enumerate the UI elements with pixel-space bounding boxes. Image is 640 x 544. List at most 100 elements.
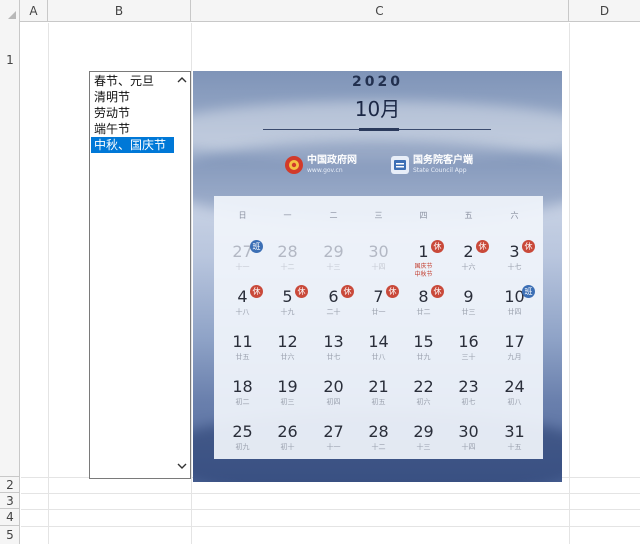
day-number: 13 xyxy=(323,332,344,351)
lunar-date: 十九 xyxy=(280,308,295,316)
day-number: 19 xyxy=(277,377,298,396)
calendar-day-cell: 20 初四 xyxy=(310,373,357,417)
title-divider-accent xyxy=(359,128,399,131)
calendar-day-cell: 23 初七 xyxy=(445,373,492,417)
lunar-date: 十三 xyxy=(326,263,341,271)
column-header-bar: A B C D xyxy=(0,0,640,22)
lunar-date: 十一 xyxy=(235,263,250,271)
day-number: 29 xyxy=(323,242,344,261)
calendar-day-cell: 26 初十 xyxy=(264,418,311,462)
day-number: 22 xyxy=(413,377,434,396)
festival-label: 国庆节 中秋节 xyxy=(400,263,447,279)
day-number: 23 xyxy=(458,377,479,396)
column-header-c[interactable]: C xyxy=(191,0,569,22)
holiday-rest-badge: 休 xyxy=(341,285,354,298)
calendar-day-cell: 12 廿六 xyxy=(264,328,311,372)
calendar-day-cell: 5 十九休 xyxy=(264,283,311,327)
row-header-4[interactable]: 4 xyxy=(0,509,20,526)
list-item-dragon-boat[interactable]: 端午节 xyxy=(91,121,174,137)
day-number: 26 xyxy=(277,422,298,441)
list-item-qingming[interactable]: 清明节 xyxy=(91,89,174,105)
lunar-date: 初二 xyxy=(235,398,250,406)
lunar-date: 十八 xyxy=(235,308,250,316)
lunar-date: 初十 xyxy=(280,443,295,451)
lunar-date: 廿三 xyxy=(461,308,476,316)
lunar-date: 十四 xyxy=(371,263,386,271)
chevron-down-icon[interactable] xyxy=(174,460,190,476)
weekday-fri: 五 xyxy=(464,211,473,220)
calendar-day-cell: 17 九月 xyxy=(491,328,538,372)
spreadsheet: A B C D 1 2 3 4 5 春节、元旦 清明节 劳动节 端午节 中秋、国… xyxy=(0,0,640,544)
weekday-sun: 日 xyxy=(238,211,247,220)
calendar-day-cell: 27 十一 xyxy=(310,418,357,462)
day-number: 21 xyxy=(368,377,389,396)
row-header-5[interactable]: 5 xyxy=(0,526,20,544)
app-icon xyxy=(391,156,409,174)
row-header-2[interactable]: 2 xyxy=(0,477,20,493)
brand-app-name: 国务院客户端 xyxy=(413,155,473,166)
calendar-day-cell: 2 十六休 xyxy=(445,238,492,282)
day-number: 15 xyxy=(413,332,434,351)
day-number: 25 xyxy=(232,422,253,441)
lunar-date: 初五 xyxy=(371,398,386,406)
day-number: 9 xyxy=(463,287,474,306)
select-all-corner[interactable] xyxy=(0,0,20,22)
day-number: 12 xyxy=(277,332,298,351)
day-number: 28 xyxy=(368,422,389,441)
calendar-day-cell: 15 廿九 xyxy=(400,328,447,372)
day-number: 27 xyxy=(323,422,344,441)
lunar-date: 十五 xyxy=(507,443,522,451)
list-item-labor-day[interactable]: 劳动节 xyxy=(91,105,174,121)
festival-name: 中秋节 xyxy=(414,271,433,278)
calendar-day-cell: 22 初六 xyxy=(400,373,447,417)
lunar-date: 廿九 xyxy=(416,353,431,361)
lunar-date: 十四 xyxy=(461,443,476,451)
list-item-spring-festival[interactable]: 春节、元旦 xyxy=(91,73,174,89)
calendar-day-cell: 31 十五 xyxy=(491,418,538,462)
lunar-date: 廿四 xyxy=(507,308,522,316)
lunar-date: 十七 xyxy=(507,263,522,271)
calendar-day-cell: 21 初五 xyxy=(355,373,402,417)
column-header-a[interactable]: A xyxy=(20,0,48,22)
holiday-rest-badge: 休 xyxy=(431,240,444,253)
day-number: 28 xyxy=(277,242,298,261)
calendar-day-cell: 8 廿二休 xyxy=(400,283,447,327)
listbox-scrollbar[interactable] xyxy=(174,72,190,478)
calendar-day-cell: 11 廿五 xyxy=(219,328,266,372)
day-number: 24 xyxy=(504,377,525,396)
column-header-d[interactable]: D xyxy=(569,0,640,22)
day-number: 31 xyxy=(504,422,525,441)
national-emblem-icon xyxy=(285,156,303,174)
weekday-wed: 三 xyxy=(374,211,383,220)
day-number: 29 xyxy=(413,422,434,441)
brand-gov-cn: 中国政府网 www.gov.cn xyxy=(285,153,357,177)
calendar-day-cell: 30 十四 xyxy=(355,238,402,282)
calendar-day-cell: 19 初三 xyxy=(264,373,311,417)
lunar-date: 十一 xyxy=(326,443,341,451)
column-header-b[interactable]: B xyxy=(48,0,191,22)
holiday-rest-badge: 休 xyxy=(476,240,489,253)
lunar-date: 十二 xyxy=(280,263,295,271)
calendar-day-cell: 16 三十 xyxy=(445,328,492,372)
calendar-month: 10月 xyxy=(354,97,401,121)
calendar-day-cell: 10 廿四班 xyxy=(491,283,538,327)
chevron-up-icon[interactable] xyxy=(174,74,190,90)
calendar-day-cell: 18 初二 xyxy=(219,373,266,417)
calendar-day-cell: 29 十三 xyxy=(310,238,357,282)
lunar-date: 初八 xyxy=(507,398,522,406)
lunar-date: 廿八 xyxy=(371,353,386,361)
brand-app-sub: State Council App xyxy=(413,167,467,174)
calendar-day-cell: 28 十二 xyxy=(264,238,311,282)
calendar-day-cell: 28 十二 xyxy=(355,418,402,462)
holiday-rest-badge: 休 xyxy=(386,285,399,298)
holiday-listbox[interactable]: 春节、元旦 清明节 劳动节 端午节 中秋、国庆节 xyxy=(89,71,191,479)
row-header-1[interactable]: 1 xyxy=(0,22,20,477)
lunar-date: 廿六 xyxy=(280,353,295,361)
calendar-day-cell: 30 十四 xyxy=(445,418,492,462)
list-item-mid-autumn-national[interactable]: 中秋、国庆节 xyxy=(91,137,174,153)
calendar-day-cell: 6 二十休 xyxy=(310,283,357,327)
row-header-1-label: 1 xyxy=(6,53,14,67)
calendar-day-cell: 3 十七休 xyxy=(491,238,538,282)
brand-state-council-app: 国务院客户端 State Council App xyxy=(391,153,473,177)
row-header-3[interactable]: 3 xyxy=(0,493,20,509)
